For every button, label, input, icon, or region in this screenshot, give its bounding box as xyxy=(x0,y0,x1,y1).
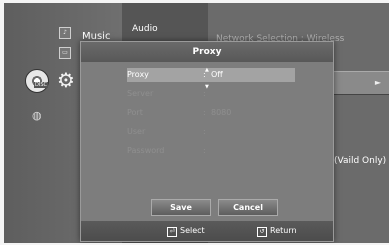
tv-screen: ♪ ▭ DISC ⚙ ◍ Music Audio Network Selecti… xyxy=(4,3,389,243)
proxy-row[interactable]: Proxy ▲ : Off ▼ xyxy=(127,67,295,90)
return-key-icon: ↺ xyxy=(257,227,267,237)
disc-icon[interactable] xyxy=(25,69,49,93)
photo-icon: ▭ xyxy=(59,47,71,59)
chevron-right-icon: ► xyxy=(374,78,381,87)
proxy-label: Proxy xyxy=(127,70,149,79)
dialog-footer: ⏎ Select ↺ Return xyxy=(81,221,333,241)
row-separator: : xyxy=(203,127,206,136)
server-row: Server : xyxy=(127,87,295,101)
server-label: Server xyxy=(127,89,154,98)
row-separator: : xyxy=(203,146,206,155)
enter-key-icon: ⏎ xyxy=(167,227,177,237)
port-label: Port xyxy=(127,108,143,117)
user-label: User xyxy=(127,127,146,136)
row-separator: : xyxy=(203,89,206,98)
valid-only-label: (Vaild Only) xyxy=(334,156,387,166)
password-label: Password xyxy=(127,146,165,155)
select-label: Select xyxy=(180,226,205,235)
return-hint[interactable]: ↺ Return xyxy=(257,221,297,241)
disc-badge: DISC xyxy=(34,82,48,88)
category-audio[interactable]: Audio xyxy=(132,24,158,34)
port-row: Port : 8080 xyxy=(127,106,295,120)
port-value: 8080 xyxy=(211,108,232,117)
save-button[interactable]: Save xyxy=(151,199,211,216)
proxy-value[interactable]: Off xyxy=(211,68,223,82)
proxy-dialog: Proxy Proxy ▲ : Off ▼ Server : Port : 80… xyxy=(80,41,334,242)
dialog-title: Proxy xyxy=(81,42,333,62)
gear-icon[interactable]: ⚙ xyxy=(57,70,77,90)
row-separator: : xyxy=(203,108,206,117)
user-row: User : xyxy=(127,125,295,139)
music-icon: ♪ xyxy=(59,27,71,39)
globe-icon[interactable]: ◍ xyxy=(32,109,42,122)
password-row: Password : xyxy=(127,144,295,158)
return-label: Return xyxy=(270,226,297,235)
cancel-button[interactable]: Cancel xyxy=(218,199,278,216)
select-hint[interactable]: ⏎ Select xyxy=(167,221,205,241)
